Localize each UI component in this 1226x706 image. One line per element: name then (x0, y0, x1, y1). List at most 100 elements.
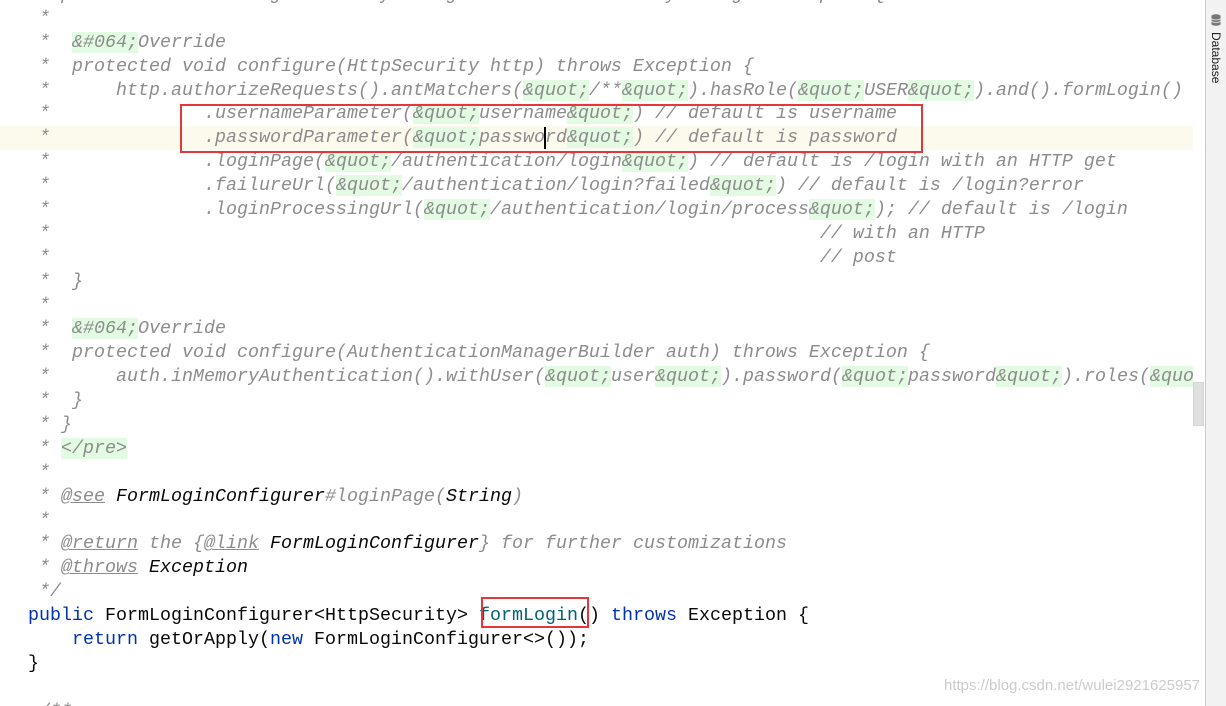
code-token: /authentication/login/process (489, 199, 809, 221)
code-token: * // post (28, 246, 897, 268)
code-token: password (907, 366, 996, 388)
code-token: * (28, 7, 50, 29)
code-token: /authentication/login?failed (401, 175, 710, 197)
code-token: @link (204, 533, 259, 555)
code-token: @return (61, 533, 138, 555)
code-line: * @see FormLoginConfigurer#loginPage(Str… (28, 485, 1193, 509)
code-line: * auth.inMemoryAuthentication().withUser… (28, 365, 1193, 389)
code-token: #loginPage( (324, 485, 446, 507)
code-line: } (28, 652, 1193, 676)
code-token: &quot; (797, 79, 864, 101)
code-line: * .loginProcessingUrl(&quot;/authenticat… (28, 198, 1193, 222)
code-line: * // post (28, 246, 1193, 270)
code-token: &quot; (995, 366, 1062, 388)
code-token: new (270, 629, 314, 651)
code-token: &quot; (808, 199, 875, 221)
code-token: * (28, 533, 61, 555)
code-token: getOrApply( (149, 629, 270, 651)
code-token: ).password( (720, 366, 842, 388)
code-line: * } (28, 413, 1193, 437)
code-token: ) // default is /login with an HTTP get (687, 151, 1117, 173)
code-token: } for further customizations (478, 533, 787, 555)
vertical-scrollbar[interactable] (1193, 382, 1204, 426)
code-token: } (28, 652, 39, 674)
code-line: * (28, 509, 1193, 533)
code-token: &quot; (324, 151, 391, 173)
code-token: Override (138, 31, 226, 53)
code-token: </pre> (61, 437, 127, 459)
code-token: * .failureUrl( (28, 175, 336, 197)
code-line: * (28, 294, 1193, 318)
code-line: * } (28, 389, 1193, 413)
code-line: * protected void configure(HttpSecurity … (28, 55, 1193, 79)
code-line: */ (28, 580, 1193, 604)
code-token: Override (138, 318, 226, 340)
code-token: &quot; (841, 366, 908, 388)
code-token: &quot; (621, 151, 688, 173)
code-line: * @return the {@link FormLoginConfigurer… (28, 532, 1193, 556)
code-token: USER (863, 79, 908, 101)
right-tool-strip: Database (1205, 0, 1226, 706)
code-token: * (28, 318, 72, 340)
code-token: * (28, 509, 50, 531)
code-line: public class FormLoginSecurityConfig ext… (28, 0, 1193, 7)
code-line: * </pre> (28, 437, 1193, 461)
code-token: &quot; (709, 175, 776, 197)
code-line: * .loginPage(&quot;/authentication/login… (28, 150, 1193, 174)
code-token: @throws (61, 557, 138, 579)
database-icon (1211, 14, 1221, 26)
code-line: /** (28, 700, 1193, 706)
code-token: &quot; (621, 79, 688, 101)
code-line: * protected void configure(Authenticatio… (28, 341, 1193, 365)
code-token: FormLoginConfigurer<>()); (314, 629, 589, 651)
highlight-box-parameters (180, 104, 923, 153)
code-token: /authentication/login (390, 151, 622, 173)
code-token: &quot; (654, 366, 721, 388)
code-token: FormLoginConfigurer (116, 485, 325, 507)
code-token: the { (138, 533, 204, 555)
code-line: public FormLoginConfigurer<HttpSecurity>… (28, 604, 1193, 628)
code-token: &quot; (907, 79, 974, 101)
code-line: * @throws Exception (28, 556, 1193, 580)
code-editor[interactable]: public class FormLoginSecurityConfig ext… (0, 0, 1193, 706)
code-token: * (28, 557, 61, 579)
code-token: Exception { (687, 605, 809, 627)
code-token: * .loginProcessingUrl( (28, 199, 424, 221)
code-line: * .failureUrl(&quot;/authentication/logi… (28, 174, 1193, 198)
code-token: * // with an HTTP (28, 222, 985, 244)
code-line: return getOrApply(new FormLoginConfigure… (28, 628, 1193, 652)
code-token: * (28, 485, 61, 507)
code-token: throws (610, 605, 688, 627)
code-token: * } (28, 390, 83, 412)
code-token: @see (61, 485, 105, 507)
code-token: public class FormLoginSecurityConfig ext… (28, 0, 886, 5)
code-line: * &#064;Override (28, 317, 1193, 341)
code-token: &quot; (423, 199, 490, 221)
code-token: * (28, 31, 72, 53)
code-token: * auth.inMemoryAuthentication().withUser… (28, 366, 545, 388)
code-token: ).hasRole( (687, 79, 798, 101)
code-token: &quot; (335, 175, 402, 197)
code-line: * } (28, 270, 1193, 294)
code-line: * (28, 461, 1193, 485)
code-token: FormLoginConfigurer<HttpSecurity> (105, 605, 479, 627)
code-token: ); // default is /login (874, 199, 1128, 221)
code-line: * // with an HTTP (28, 222, 1193, 246)
code-token: * http.authorizeRequests().antMatchers( (28, 79, 523, 101)
code-token: public (28, 605, 105, 627)
watermark: https://blog.csdn.net/wulei2921625957 (944, 677, 1201, 694)
code-token: &quot (1149, 366, 1193, 388)
code-token: String (445, 485, 512, 507)
code-line: * (28, 7, 1193, 31)
code-line: * http.authorizeRequests().antMatchers( &… (28, 79, 1193, 103)
code-line: * &#064;Override (28, 31, 1193, 55)
code-token: Exception (149, 557, 248, 579)
code-token: &quot; (544, 366, 611, 388)
code-token: * protected void configure(Authenticatio… (28, 342, 930, 364)
code-token: * protected void configure(HttpSecurity … (28, 55, 754, 77)
highlight-box-formlogin (481, 597, 589, 628)
code-token: ).and().formLogin() (973, 79, 1183, 101)
code-token: /** (28, 701, 72, 706)
